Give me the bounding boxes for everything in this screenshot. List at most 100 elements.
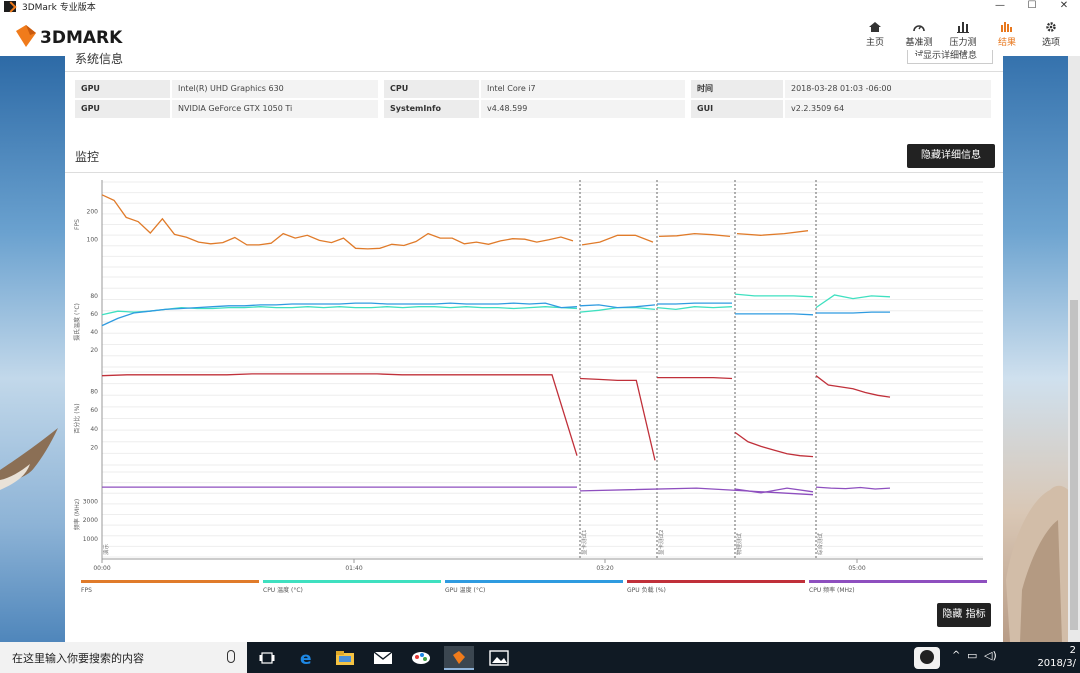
series-cpu-temp-line — [734, 293, 814, 298]
minimize-button[interactable]: — — [984, 0, 1016, 13]
series-gpu-temp-line — [657, 302, 732, 305]
maximize-button[interactable]: ☐ — [1016, 0, 1048, 13]
series-fps-line — [581, 234, 654, 246]
legend-label: GPU 温度 (°C) — [445, 586, 485, 594]
sysinfo-value: Intel(R) UHD Graphics 630 — [172, 80, 378, 98]
sysinfo-key: GUI — [691, 100, 783, 118]
sysinfo-key: SystemInfo — [384, 100, 479, 118]
window-title: 3DMark 专业版本 — [22, 3, 96, 13]
photos-icon[interactable] — [484, 646, 514, 670]
series-gpu-temp-line — [816, 311, 890, 314]
results-icon — [1001, 22, 1012, 32]
logo-text: 3DMARK — [40, 28, 123, 48]
nav-results-label: 结果 — [997, 38, 1016, 48]
y-tick-label: 60 — [90, 407, 98, 414]
series-cpu-temp-line — [815, 294, 891, 309]
legend-label: CPU 温度 (°C) — [263, 586, 303, 594]
paint-app-icon[interactable] — [406, 646, 436, 670]
show-details-button[interactable]: 显示详细信息 — [907, 50, 993, 64]
sysinfo-key: CPU — [384, 80, 479, 98]
clock-time: 2 — [1069, 645, 1076, 656]
legend-swatch — [809, 580, 987, 583]
series-gpu-load-line — [101, 373, 578, 456]
sysinfo-value: v2.2.3509 64 — [785, 100, 991, 118]
mail-icon[interactable] — [368, 646, 398, 670]
x-tick-label: 05:00 — [848, 565, 865, 572]
y-tick-label: 1000 — [83, 536, 98, 543]
search-placeholder: 在这里输入你要搜索的内容 — [12, 652, 144, 665]
x-tick-label: 01:40 — [345, 565, 362, 572]
marker-label: 物理测试 — [735, 532, 743, 555]
legend-swatch — [81, 580, 259, 583]
y-tick-label: 3000 — [83, 498, 98, 505]
sysinfo-row: GPU NVIDIA GeForce GTX 1050 Ti SystemInf… — [75, 100, 991, 118]
nav-results[interactable]: 结果 — [990, 21, 1024, 61]
series-gpu-load-line — [815, 375, 891, 398]
series-gpu-load-line — [579, 377, 656, 461]
results-panel: 系统信息 显示详细信息 GPU Intel(R) UHD Graphics 63… — [65, 50, 1003, 642]
sysinfo-value: 2018-03-28 01:03 -06:00 — [785, 80, 991, 98]
wallpaper-bird-icon — [0, 428, 58, 490]
y-tick-label: 80 — [90, 389, 98, 396]
marker-label: 演示 — [102, 543, 110, 555]
y-tick-label: 40 — [90, 426, 98, 433]
microphone-icon[interactable] — [227, 650, 235, 663]
gauge-icon — [913, 25, 925, 32]
3dmark-taskbar-icon[interactable] — [444, 646, 474, 670]
legend-label: GPU 负载 (%) — [627, 586, 666, 594]
tray-app-icon[interactable] — [912, 645, 942, 671]
series-cpu-freq-line — [815, 486, 891, 490]
series-cpu-temp-line — [579, 306, 656, 313]
series-gpu-temp-line — [735, 313, 814, 316]
nav-options-label: 选项 — [1041, 38, 1060, 48]
nav-home[interactable]: 主页 — [858, 21, 892, 61]
y-tick-label: 20 — [90, 347, 98, 354]
y-tick-label: 20 — [90, 444, 98, 451]
y-axis-label: 百分比 (%) — [73, 403, 81, 433]
desktop-scroll-thumb[interactable] — [1070, 300, 1078, 630]
monitor-title: 监控 — [75, 150, 100, 164]
network-icon[interactable]: ▭ — [967, 649, 977, 662]
x-tick-label: 00:00 — [93, 565, 110, 572]
edge-browser-icon[interactable]: e — [292, 646, 322, 670]
legend-label: CPU 频率 (MHz) — [809, 586, 855, 594]
home-icon — [869, 22, 881, 32]
section-divider — [65, 71, 1003, 72]
y-tick-label: 200 — [87, 208, 99, 215]
desktop-wallpaper-left — [0, 56, 65, 642]
sysinfo-key: GPU — [75, 100, 170, 118]
nav-options[interactable]: 选项 — [1034, 21, 1068, 61]
hide-details-button[interactable]: 隐藏详细信息 — [907, 144, 995, 168]
y-tick-label: 80 — [90, 293, 98, 300]
sysinfo-key: GPU — [75, 80, 170, 98]
volume-icon[interactable]: ◁) — [984, 649, 997, 662]
svg-text:e: e — [300, 649, 312, 667]
y-tick-label: 40 — [90, 329, 98, 336]
hide-metrics-button[interactable]: 隐藏 指标 — [937, 603, 991, 627]
x-tick-label: 03:20 — [596, 565, 613, 572]
nav-home-label: 主页 — [865, 38, 884, 48]
y-axis-label: FPS — [74, 219, 81, 230]
close-button[interactable]: ✕ — [1048, 0, 1080, 13]
legend-swatch — [445, 580, 623, 583]
system-info-title: 系统信息 — [75, 52, 124, 66]
legend-label: FPS — [81, 587, 92, 594]
sysinfo-value: NVIDIA GeForce GTX 1050 Ti — [172, 100, 378, 118]
task-view-icon[interactable] — [252, 646, 282, 670]
taskbar-clock[interactable]: 2 2018/3/ — [1037, 644, 1076, 670]
file-explorer-icon[interactable] — [330, 646, 360, 670]
sysinfo-key: 时间 — [691, 80, 783, 98]
3dmark-logo[interactable]: 3DMARK — [14, 21, 144, 49]
marker-label: 显卡测试1 — [580, 530, 588, 556]
sysinfo-value: Intel Core i7 — [481, 80, 685, 98]
series-gpu-load-line — [657, 376, 733, 380]
taskbar-search-box[interactable]: 在这里输入你要搜索的内容 — [0, 642, 247, 673]
system-tray: ^ ▭ ◁) 2 2018/3/ — [912, 642, 1080, 673]
y-axis-label: 频率 (MHz) — [73, 499, 81, 530]
marker-label: 综合测试 — [816, 532, 824, 555]
tray-chevron-icon[interactable]: ^ — [952, 650, 960, 661]
series-gpu-temp-line — [579, 304, 656, 309]
y-tick-label: 100 — [87, 237, 99, 244]
bars-icon — [957, 22, 969, 33]
sysinfo-row: GPU Intel(R) UHD Graphics 630 CPU Intel … — [75, 80, 991, 98]
